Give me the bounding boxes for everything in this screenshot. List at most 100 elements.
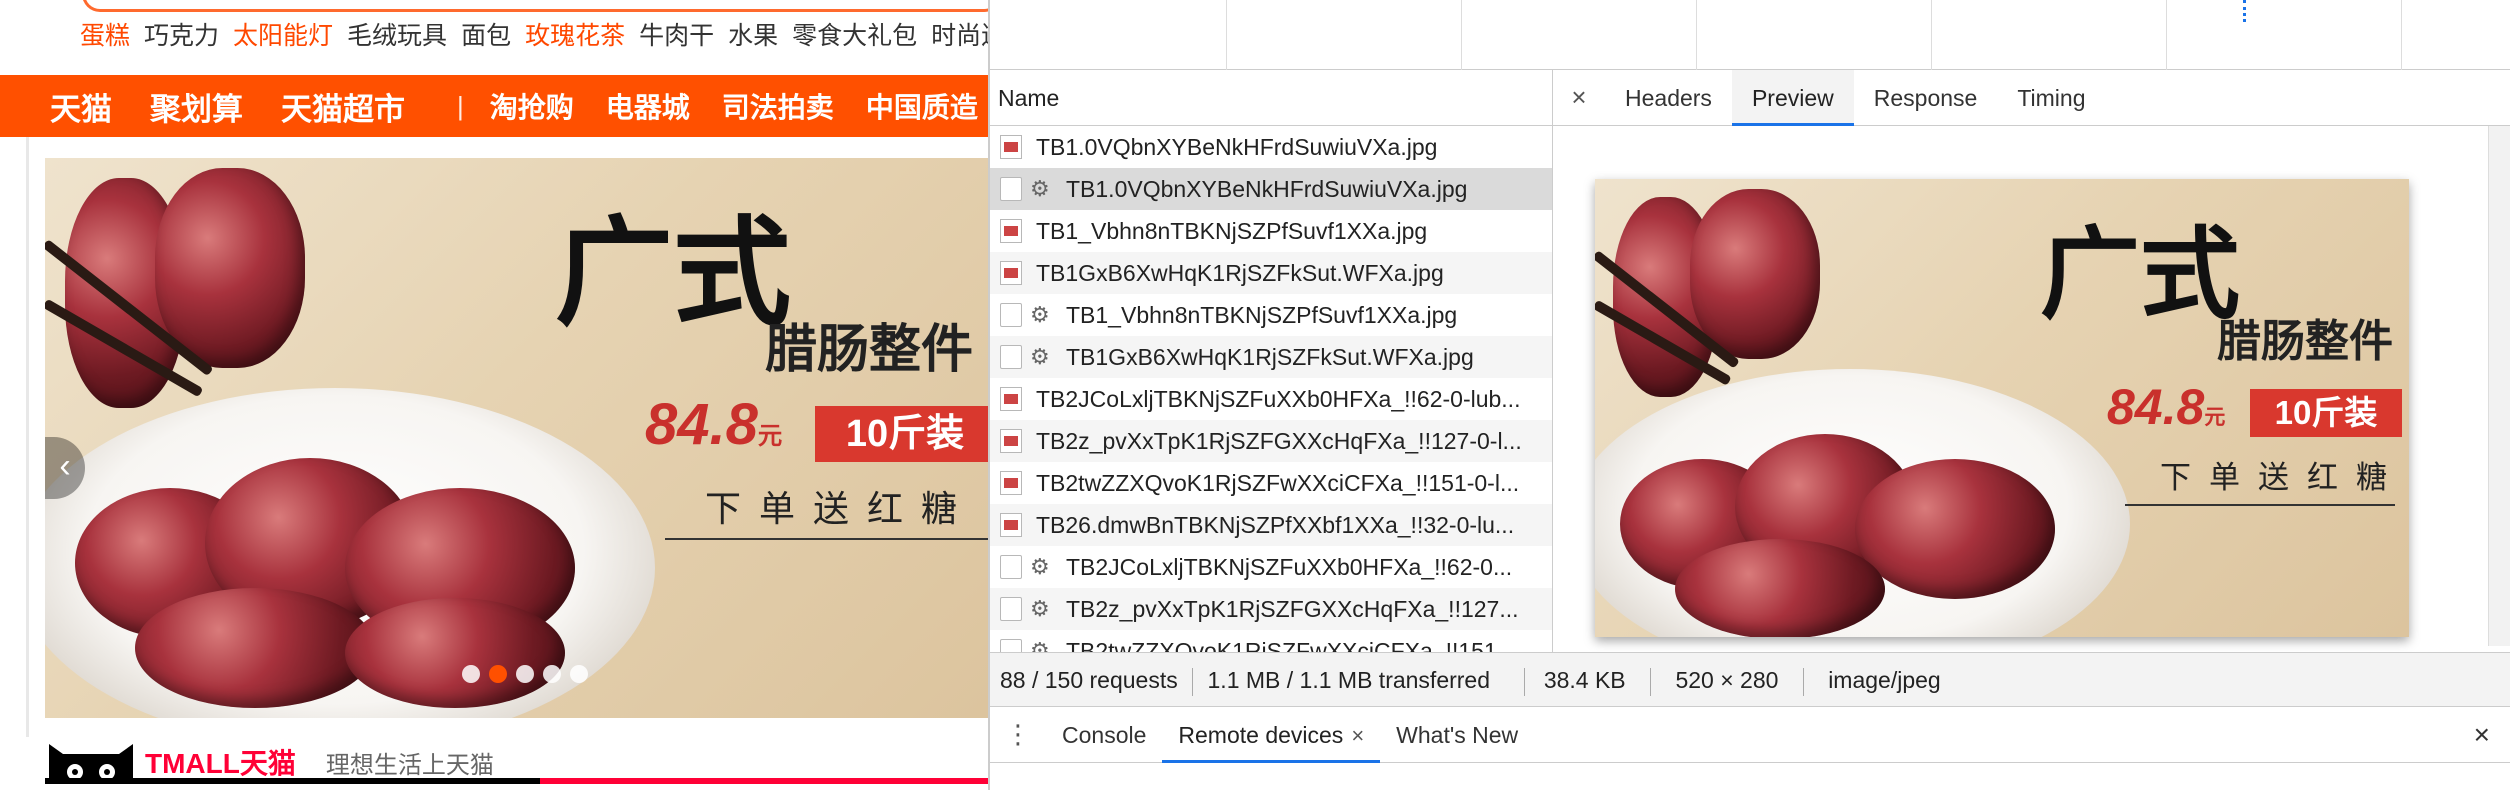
- gear-icon: ⚙: [1030, 176, 1050, 201]
- nav-item-taoqianggou[interactable]: 淘抢购: [490, 86, 574, 126]
- banner-price-value: 84.8: [2107, 379, 2205, 435]
- request-name: TB1.0VQbnXYBeNkHFrdSuwiuVXa.jpg: [1036, 133, 1438, 160]
- nav-item-china-quality[interactable]: 中国质造: [866, 86, 978, 126]
- request-row[interactable]: TB1_Vbhn8nTBKNjSZPfSuvf1XXa.jpg: [990, 210, 1552, 252]
- hot-search-word[interactable]: 时尚连衣裙: [931, 18, 988, 54]
- tmall-logo-text[interactable]: TMALL天猫: [145, 742, 296, 782]
- slider-dot[interactable]: [462, 665, 480, 683]
- checkbox-icon: [1000, 345, 1022, 369]
- request-name: TB2JCoLxljTBKNjSZFuXXb0HFXa_!!62-0...: [1066, 553, 1513, 580]
- slider-dot[interactable]: [489, 665, 507, 683]
- gear-icon: ⚙: [1030, 554, 1050, 579]
- request-row[interactable]: TB1GxB6XwHqK1RjSZFkSut.WFXa.jpg: [990, 252, 1552, 294]
- preview-dimensions: 520 × 280: [1675, 667, 1779, 693]
- tab-whats-new[interactable]: What's New: [1380, 707, 1534, 763]
- checkbox-icon: [1000, 303, 1022, 327]
- tab-remote-devices[interactable]: Remote devices ×: [1162, 707, 1381, 763]
- request-name: TB1GxB6XwHqK1RjSZFkSut.WFXa.jpg: [1036, 259, 1444, 286]
- tab-response[interactable]: Response: [1854, 70, 1998, 126]
- request-name: TB26.dmwBnTBKNjSZPfXXbf1XXa_!!32-0-lu...: [1036, 511, 1515, 538]
- slider-dot[interactable]: [543, 665, 561, 683]
- hot-search-word[interactable]: 毛绒玩具: [347, 18, 447, 54]
- hot-search-words: 蛋糕巧克力太阳能灯毛绒玩具面包玫瑰花茶牛肉干水果零食大礼包时尚连衣裙补: [80, 18, 988, 54]
- gear-icon: ⚙: [1030, 344, 1050, 369]
- tmall-slogan: 理想生活上天猫: [325, 751, 494, 779]
- hot-search-word[interactable]: 零食大礼包: [792, 18, 917, 54]
- drawer-menu-icon[interactable]: ⋮: [990, 719, 1046, 750]
- preview-scrollbar[interactable]: [2488, 126, 2510, 646]
- banner-gift-text: 下单送红糖: [2160, 460, 2405, 496]
- request-row[interactable]: ⚙ TB2z_pvXxTpK1RjSZFGXXcHqFXa_!!127...: [990, 588, 1552, 630]
- request-row[interactable]: ⚙ TB1GxB6XwHqK1RjSZFkSut.WFXa.jpg: [990, 336, 1552, 378]
- request-row[interactable]: TB2JCoLxljTBKNjSZFuXXb0HFXa_!!62-0-lub..…: [990, 378, 1552, 420]
- request-row[interactable]: TB2twZZXQvoK1RjSZFwXXciCFXa_!!151-0-l...: [990, 462, 1552, 504]
- nav-item-tmall[interactable]: 天猫: [50, 84, 112, 129]
- nav-separator: |: [457, 90, 464, 121]
- tab-console[interactable]: Console: [1046, 707, 1162, 763]
- devtools-panel: Name TB1.0VQbnXYBeNkHFrdSuwiuVXa.jpg ⚙ TB1…: [988, 0, 2510, 790]
- slider-dots: [462, 665, 588, 683]
- request-row[interactable]: ⚙ TB2JCoLxljTBKNjSZFuXXb0HFXa_!!62-0...: [990, 546, 1552, 588]
- request-name: TB1_Vbhn8nTBKNjSZPfSuvf1XXa.jpg: [1066, 301, 1458, 328]
- detail-tab-bar: × Headers Preview Response Timing: [1553, 69, 2510, 126]
- close-detail-icon[interactable]: ×: [1553, 82, 1605, 113]
- banner-title-sub: 腊肠整件: [2217, 316, 2393, 367]
- network-status-bar: 88 / 150 requests 1.1 MB / 1.1 MB transf…: [990, 652, 2510, 706]
- console-drawer: ⋮ Console Remote devices × What's New ×: [990, 706, 2510, 790]
- request-row[interactable]: TB26.dmwBnTBKNjSZPfXXbf1XXa_!!32-0-lu...: [990, 504, 1552, 546]
- request-name: TB2z_pvXxTpK1RjSZFGXXcHqFXa_!!127-0-l...: [1036, 427, 1522, 454]
- image-file-icon: [1000, 219, 1022, 243]
- hot-search-word[interactable]: 巧克力: [144, 18, 219, 54]
- hot-search-word[interactable]: 玫瑰花茶: [525, 18, 625, 54]
- request-row[interactable]: ⚙ TB1_Vbhn8nTBKNjSZPfSuvf1XXa.jpg: [990, 294, 1552, 336]
- drawer-tab-bar: ⋮ Console Remote devices × What's New: [990, 707, 2510, 763]
- hot-search-word[interactable]: 蛋糕: [80, 18, 130, 54]
- hot-search-word[interactable]: 水果: [728, 18, 778, 54]
- hot-search-word[interactable]: 太阳能灯: [233, 18, 333, 54]
- sausage-slice-graphic: [1690, 189, 1820, 359]
- slider-dot[interactable]: [570, 665, 588, 683]
- tab-timing[interactable]: Timing: [1997, 70, 2105, 126]
- request-list: Name TB1.0VQbnXYBeNkHFrdSuwiuVXa.jpg ⚙ TB1…: [990, 70, 1553, 706]
- tmall-page: 蛋糕巧克力太阳能灯毛绒玩具面包玫瑰花茶牛肉干水果零食大礼包时尚连衣裙补 天猫 聚…: [0, 0, 988, 790]
- close-drawer-icon[interactable]: ×: [2474, 719, 2490, 751]
- request-row[interactable]: TB1.0VQbnXYBeNkHFrdSuwiuVXa.jpg: [990, 126, 1552, 168]
- timeline-gridline: [2166, 0, 2167, 70]
- timeline-gridline: [1696, 0, 1697, 70]
- nav-item-tmall-supermarket[interactable]: 天猫超市: [281, 84, 405, 129]
- request-detail-pane: × Headers Preview Response Timing 广式 腊肠整…: [1553, 69, 2510, 652]
- request-name: TB1GxB6XwHqK1RjSZFkSut.WFXa.jpg: [1066, 343, 1474, 370]
- banner-underline: [665, 538, 988, 540]
- banner-price: 84.8元: [645, 390, 782, 472]
- sausage-slice-graphic: [155, 168, 305, 368]
- hot-search-word[interactable]: 面包: [461, 18, 511, 54]
- image-file-icon: [1000, 429, 1022, 453]
- nav-item-judicial-auction[interactable]: 司法拍卖: [722, 86, 834, 126]
- tab-headers[interactable]: Headers: [1605, 70, 1732, 126]
- network-timeline-overview[interactable]: [990, 0, 2510, 70]
- tab-preview[interactable]: Preview: [1731, 69, 1854, 126]
- banner-quantity-badge: 10斤装: [815, 406, 988, 462]
- status-separator: [1650, 667, 1652, 696]
- slider-dot[interactable]: [516, 665, 534, 683]
- timeline-gridline: [1461, 0, 1462, 70]
- banner-price-value: 84.8: [645, 392, 758, 457]
- gear-icon: ⚙: [1030, 302, 1050, 327]
- request-name: TB2JCoLxljTBKNjSZFuXXb0HFXa_!!62-0-lub..…: [1036, 385, 1521, 412]
- search-box-outline[interactable]: [82, 0, 988, 12]
- hot-search-word[interactable]: 牛肉干: [639, 18, 714, 54]
- nav-item-appliance-city[interactable]: 电器城: [606, 86, 690, 126]
- sausage-graphic: [1675, 539, 1885, 637]
- close-tab-icon[interactable]: ×: [1351, 723, 1364, 748]
- nav-item-juhuasuan[interactable]: 聚划算: [150, 84, 243, 129]
- banner-title-big: 广式: [2040, 215, 2240, 333]
- sausage-graphic: [345, 598, 565, 708]
- image-file-icon: [1000, 261, 1022, 285]
- request-row[interactable]: TB2z_pvXxTpK1RjSZFGXXcHqFXa_!!127-0-l...: [990, 420, 1552, 462]
- preview-mime-type: image/jpeg: [1828, 667, 1941, 693]
- name-column-header[interactable]: Name: [990, 70, 1552, 126]
- promo-banner[interactable]: 广式 腊肠整件 84.8元 10斤装 下单送红糖: [45, 158, 988, 718]
- status-separator: [1524, 667, 1526, 696]
- banner-underline: [2125, 504, 2395, 506]
- request-row[interactable]: ⚙ TB1.0VQbnXYBeNkHFrdSuwiuVXa.jpg: [990, 168, 1552, 210]
